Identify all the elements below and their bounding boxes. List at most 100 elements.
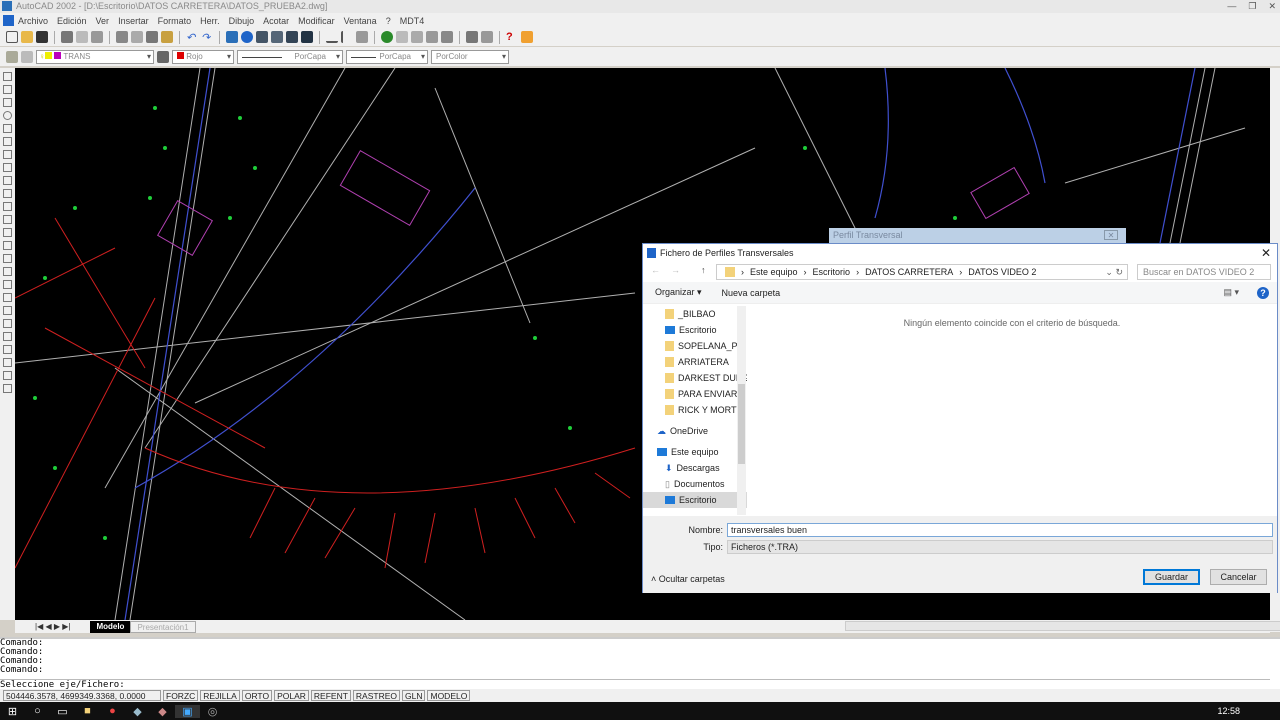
pan-icon[interactable] [381,31,393,43]
stretch-icon[interactable] [3,306,12,315]
menu-edicion[interactable]: Edición [57,16,87,26]
arc-icon[interactable] [3,124,12,133]
filename-input[interactable]: transversales buen [727,523,1273,537]
tool-icon[interactable] [301,31,313,43]
task-view-icon[interactable]: ▭ [50,705,75,718]
new-folder-button[interactable]: Nueva carpeta [722,288,781,298]
text-icon[interactable] [3,189,12,198]
copy-icon[interactable] [131,31,143,43]
hide-folders-button[interactable]: ˄ Ocultar carpetas [651,574,725,584]
array-icon[interactable] [3,254,12,263]
menu-formato[interactable]: Formato [158,16,192,26]
nav-item[interactable]: ARRIATERA [643,354,747,370]
search-input[interactable]: Buscar en DATOS VIDEO 2 [1137,264,1271,280]
tool-icon[interactable] [256,31,268,43]
move-icon[interactable] [3,267,12,276]
close-icon[interactable]: ✕ [1261,244,1271,262]
tool-icon[interactable] [271,31,283,43]
design-center-icon[interactable] [226,31,238,43]
nav-item[interactable]: ▯ Documentos [643,476,747,492]
open-icon[interactable] [21,31,33,43]
toggle-rastreo[interactable]: RASTREO [352,690,400,701]
spline-icon[interactable] [3,137,12,146]
preview-icon[interactable] [76,31,88,43]
nav-item[interactable]: _BILBAO [643,306,747,322]
breadcrumb-este-equipo[interactable]: Este equipo [750,265,798,279]
cut-icon[interactable] [116,31,128,43]
nav-item[interactable]: Escritorio [643,322,747,338]
app-icon[interactable]: ◎ [200,705,225,718]
close-icon[interactable]: ✕ [1104,230,1118,240]
toggle-polar[interactable]: POLAR [274,690,309,701]
toggle-forzc[interactable]: FORZC [163,690,199,701]
menu-insertar[interactable]: Insertar [118,16,149,26]
web-icon[interactable] [241,31,253,43]
menu-mdt4[interactable]: MDT4 [400,16,425,26]
command-window[interactable]: Comando: Comando: Comando: Comando: Sele… [0,637,1280,690]
file-explorer-icon[interactable]: ■ [75,705,100,717]
menu-ver[interactable]: Ver [96,16,110,26]
chamfer-icon[interactable] [3,358,12,367]
help-icon[interactable]: ? [1257,287,1269,299]
address-bar[interactable]: › Este equipo › Escritorio › DATOS CARRETERA ›… [716,264,1128,280]
autocad-taskbar-icon[interactable]: ▣ [175,704,200,718]
block-icon[interactable] [3,163,12,172]
ellipse-icon[interactable] [3,150,12,159]
menu-dibujo[interactable]: Dibujo [229,16,255,26]
zoom-realtime-icon[interactable] [396,31,408,43]
nav-item[interactable]: SOPELANA_P [643,338,747,354]
start-icon[interactable]: ⊞ [0,705,25,718]
undo-icon[interactable]: ↶ [186,31,198,44]
make-object-layer-current-icon[interactable] [157,50,169,63]
erase-icon[interactable] [3,202,12,211]
toggle-gln[interactable]: GLN [402,690,426,701]
refresh-icon[interactable]: ⌄ ↻ [1105,265,1123,279]
offset-icon[interactable] [3,241,12,250]
menu-herr[interactable]: Herr. [200,16,220,26]
cortana-icon[interactable]: ○ [25,705,50,717]
extend-icon[interactable] [3,332,12,341]
plotstyle-combo[interactable]: PorColor [431,49,509,64]
layer-previous-icon[interactable] [21,50,33,63]
toggle-refent[interactable]: REFENT [310,690,351,701]
menu-help[interactable]: ? [386,16,391,26]
break-icon[interactable] [3,345,12,354]
linetype-combo[interactable]: PorCapa [237,49,343,64]
new-icon[interactable] [6,31,18,43]
tool-icon[interactable] [286,31,298,43]
circle-icon[interactable] [3,111,12,120]
menu-archivo[interactable]: Archivo [18,16,48,26]
adcenter-icon[interactable] [481,31,493,43]
minimize-button[interactable]: — [1227,0,1236,13]
nav-item[interactable]: DARKEST DUNG [643,370,747,386]
explode-icon[interactable] [3,384,12,393]
lineweight-combo[interactable]: PorCapa [346,49,428,64]
find-icon[interactable] [91,31,103,43]
back-icon[interactable]: ← [651,265,660,275]
zoom-window-icon[interactable] [411,31,423,43]
horizontal-scrollbar[interactable] [845,621,1280,631]
print-icon[interactable] [61,31,73,43]
match-properties-icon[interactable] [161,31,173,43]
menu-acotar[interactable]: Acotar [263,16,289,26]
properties-icon[interactable] [466,31,478,43]
nav-scrollbar[interactable] [737,306,746,515]
color-combo[interactable]: Rojo [172,49,234,64]
zoom-extents-icon[interactable] [441,31,453,43]
help-icon[interactable]: ? [506,31,518,43]
ucs-icon[interactable] [341,31,353,43]
paste-icon[interactable] [146,31,158,43]
filetype-select[interactable]: Ficheros (*.TRA) [727,540,1273,554]
nav-item-selected[interactable]: Escritorio [643,492,747,508]
copy-object-icon[interactable] [3,215,12,224]
nav-item[interactable]: RICK Y MORTY [643,402,747,418]
restore-button[interactable]: ❐ [1248,0,1256,13]
breadcrumb-escritorio[interactable]: Escritorio [813,265,851,279]
mirror-icon[interactable] [3,228,12,237]
toggle-rejilla[interactable]: REJILLA [200,690,240,701]
rotate-icon[interactable] [3,280,12,289]
tab-modelo[interactable]: Modelo [90,620,131,633]
up-icon[interactable]: ↑ [701,265,706,275]
hatch-icon[interactable] [3,176,12,185]
app-icon[interactable]: ◆ [125,705,150,718]
